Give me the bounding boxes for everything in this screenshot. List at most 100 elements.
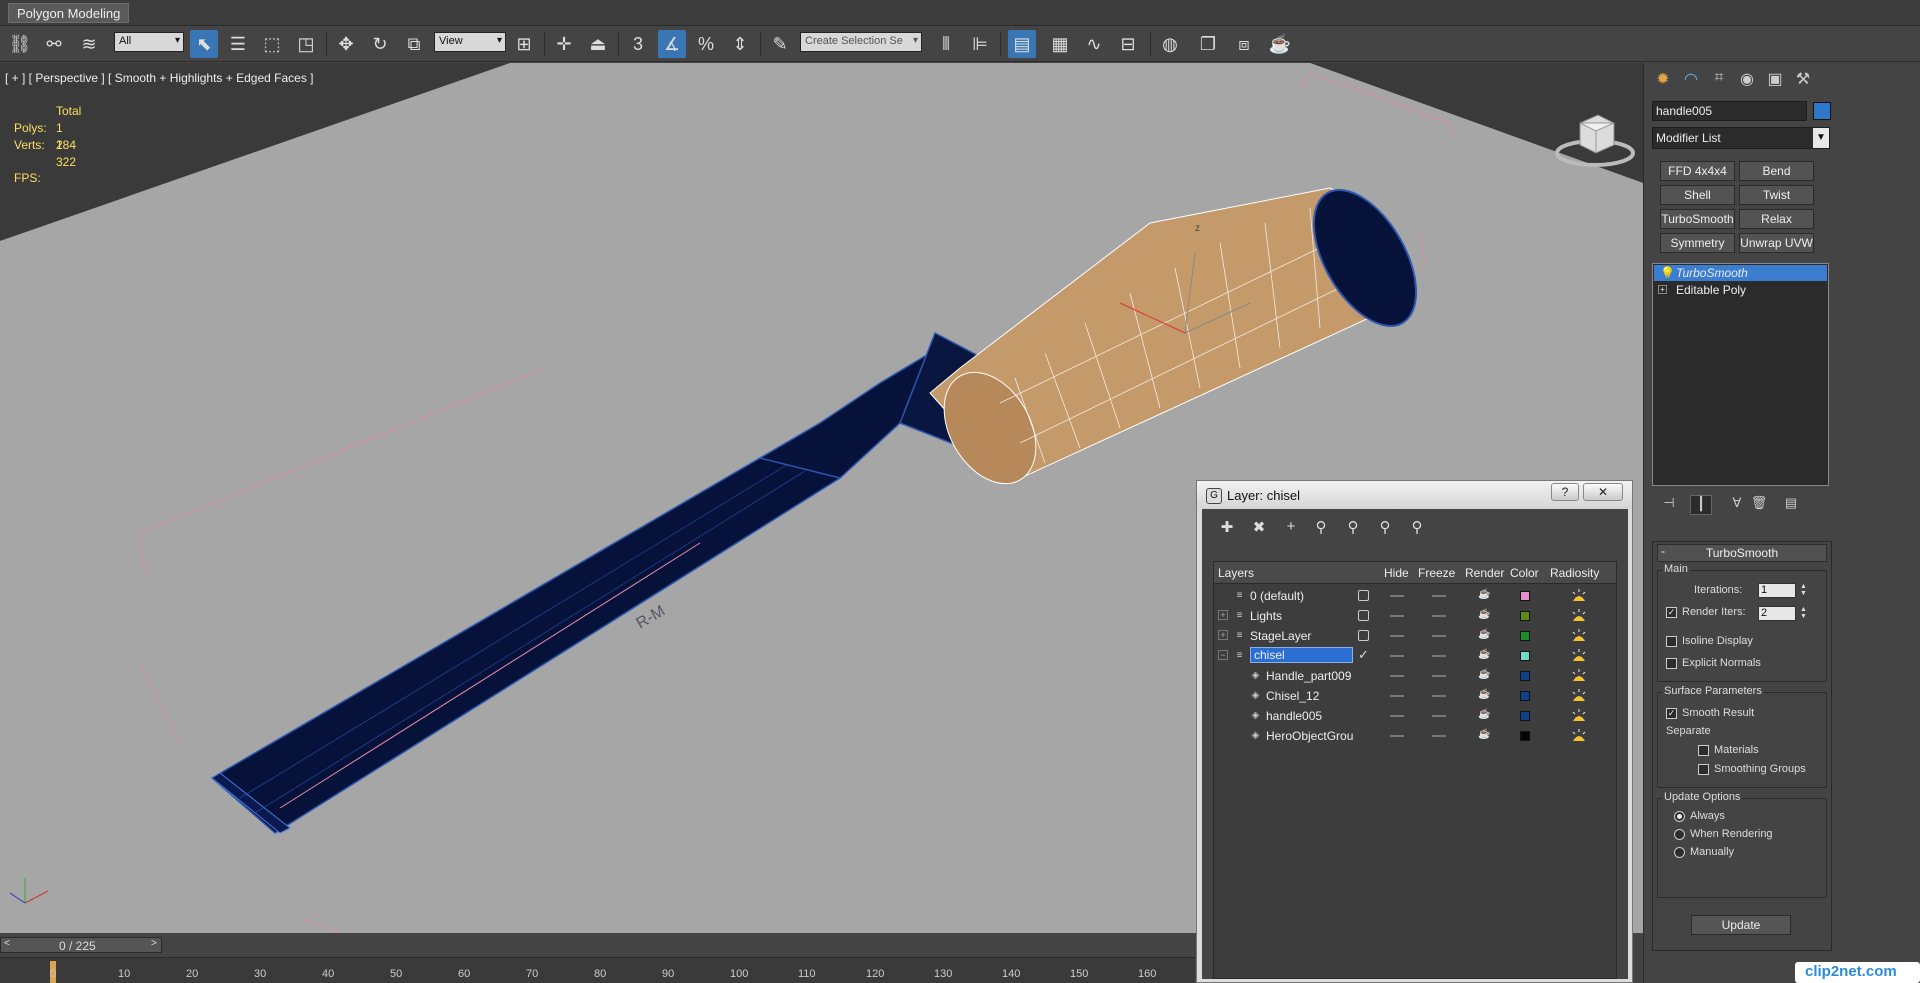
- hide-toggle[interactable]: [1390, 615, 1404, 617]
- time-slider[interactable]: < 0 / 225 >: [0, 937, 162, 953]
- hide-toggle[interactable]: [1390, 675, 1404, 677]
- teapot-icon[interactable]: ☕: [1478, 590, 1492, 600]
- material-editor-icon[interactable]: ◍: [1156, 30, 1184, 58]
- object-color-swatch[interactable]: [1813, 102, 1831, 120]
- modifier-button-symmetry[interactable]: Symmetry: [1660, 233, 1735, 253]
- rollout-title[interactable]: TurboSmooth: [1657, 544, 1827, 562]
- explicit-normals-checkbox[interactable]: [1666, 658, 1677, 669]
- layer-color-swatch[interactable]: [1520, 671, 1530, 681]
- radiosity-icon[interactable]: [1570, 708, 1588, 724]
- materials-checkbox[interactable]: [1698, 745, 1709, 756]
- select-object-icon[interactable]: ⬉: [190, 30, 218, 58]
- smoothing-groups-checkbox[interactable]: [1698, 764, 1709, 775]
- rotate-icon[interactable]: ↻: [366, 30, 394, 58]
- layer-color-swatch[interactable]: [1520, 651, 1530, 661]
- render-iters-spinner[interactable]: 2: [1758, 606, 1796, 621]
- manually-radio[interactable]: [1674, 847, 1685, 858]
- add-to-layer-icon[interactable]: +: [1280, 518, 1302, 538]
- render-iters-checkbox[interactable]: ✓: [1666, 607, 1677, 618]
- keyboard-shortcut-icon[interactable]: ⏏: [584, 30, 612, 58]
- freeze-toggle[interactable]: [1432, 635, 1446, 637]
- layer-color-swatch[interactable]: [1520, 611, 1530, 621]
- stack-item-turbosmooth[interactable]: 💡 TurboSmooth: [1654, 265, 1827, 281]
- layer-color-swatch[interactable]: [1520, 591, 1530, 601]
- next-frame-icon[interactable]: >: [151, 938, 157, 949]
- spinner-arrows-icon[interactable]: ▲ ▼: [1800, 606, 1808, 621]
- always-radio[interactable]: [1674, 811, 1685, 822]
- window-crossing-icon[interactable]: ◳: [292, 30, 320, 58]
- create-layer-icon[interactable]: ✚: [1216, 518, 1238, 538]
- freeze-unfreeze-all-icon[interactable]: ⚲: [1406, 518, 1428, 538]
- help-button[interactable]: ?: [1551, 483, 1579, 501]
- lightbulb-icon[interactable]: 💡: [1660, 265, 1675, 281]
- select-manipulate-icon[interactable]: ✛: [550, 30, 578, 58]
- layer-name[interactable]: 0 (default): [1250, 589, 1304, 603]
- motion-tab-icon[interactable]: ◉: [1735, 69, 1759, 91]
- make-unique-icon[interactable]: ∀: [1726, 495, 1748, 515]
- layer-explorer-icon[interactable]: ▦: [1046, 30, 1074, 58]
- freeze-toggle[interactable]: [1432, 675, 1446, 677]
- hide-toggle[interactable]: [1390, 735, 1404, 737]
- radiosity-icon[interactable]: [1570, 588, 1588, 604]
- when-rendering-radio[interactable]: [1674, 829, 1685, 840]
- angle-snap-icon[interactable]: ∡: [658, 30, 686, 58]
- schematic-view-icon[interactable]: ⊟: [1114, 30, 1142, 58]
- radiosity-icon[interactable]: [1570, 668, 1588, 684]
- radiosity-icon[interactable]: [1570, 688, 1588, 704]
- curve-editor-icon[interactable]: ∿: [1080, 30, 1108, 58]
- layer-color-swatch[interactable]: [1520, 631, 1530, 641]
- render-setup-icon[interactable]: ❐: [1194, 30, 1222, 58]
- prev-frame-icon[interactable]: <: [4, 938, 10, 949]
- layer-name[interactable]: chisel: [1250, 647, 1353, 663]
- col-color[interactable]: Color: [1510, 566, 1539, 580]
- expand-toggle-icon[interactable]: +: [1218, 610, 1228, 620]
- layer-name[interactable]: Handle_part009: [1266, 669, 1351, 683]
- spinner-arrows-icon[interactable]: ▲ ▼: [1800, 583, 1808, 598]
- remove-modifier-icon[interactable]: 🗑: [1748, 495, 1770, 515]
- spinner-snap-icon[interactable]: ⇕: [726, 30, 754, 58]
- layer-name[interactable]: StageLayer: [1250, 629, 1311, 643]
- layer-row[interactable]: + ≡ StageLayer ☕: [1214, 626, 1616, 646]
- layer-name[interactable]: Lights: [1250, 609, 1282, 623]
- selection-filter-dropdown[interactable]: All: [114, 32, 184, 52]
- show-end-result-icon[interactable]: ┃: [1690, 495, 1712, 515]
- set-current-layer-icon[interactable]: [1358, 610, 1369, 621]
- update-button[interactable]: Update: [1691, 915, 1791, 935]
- percent-snap-icon[interactable]: %: [692, 30, 720, 58]
- layer-row[interactable]: ◈ handle005 ☕: [1214, 706, 1616, 726]
- delete-layer-icon[interactable]: ✖: [1248, 518, 1270, 538]
- mirror-icon[interactable]: ⫴: [932, 30, 960, 58]
- col-radiosity[interactable]: Radiosity: [1550, 566, 1599, 580]
- col-freeze[interactable]: Freeze: [1418, 566, 1455, 580]
- col-layers[interactable]: Layers: [1218, 566, 1254, 580]
- named-selection-dropdown[interactable]: Create Selection Se: [800, 32, 922, 52]
- layer-row[interactable]: ◈ Handle_part009 ☕: [1214, 666, 1616, 686]
- freeze-toggle[interactable]: [1432, 715, 1446, 717]
- smooth-result-checkbox[interactable]: ✓: [1666, 708, 1677, 719]
- modifier-list-dropdown[interactable]: Modifier List ▼: [1652, 127, 1830, 149]
- set-current-layer-icon[interactable]: [1358, 590, 1369, 601]
- teapot-icon[interactable]: ☕: [1478, 710, 1492, 720]
- dialog-titlebar[interactable]: G Layer: chisel ? ✕: [1197, 481, 1632, 509]
- layer-name[interactable]: HeroObjectGrou: [1266, 729, 1353, 743]
- iterations-spinner[interactable]: 1: [1758, 583, 1796, 598]
- time-track[interactable]: 0 10 20 30 40 50 60 70 80 90 100 110 120 130 140 150 160: [0, 957, 1195, 983]
- hierarchy-tab-icon[interactable]: ⌗: [1707, 69, 1731, 91]
- teapot-icon[interactable]: ☕: [1478, 730, 1492, 740]
- col-render[interactable]: Render: [1465, 566, 1504, 580]
- move-icon[interactable]: ✥: [332, 30, 360, 58]
- current-layer-check-icon[interactable]: ✓: [1358, 647, 1369, 663]
- teapot-icon[interactable]: ☕: [1478, 630, 1492, 640]
- modifier-button-ffd[interactable]: FFD 4x4x4: [1660, 161, 1735, 181]
- hide-toggle[interactable]: [1390, 635, 1404, 637]
- layer-row[interactable]: ◈ HeroObjectGrou ☕: [1214, 726, 1616, 746]
- unlink-icon[interactable]: ⚯: [40, 30, 68, 58]
- isoline-display-checkbox[interactable]: [1666, 636, 1677, 647]
- edit-named-selection-icon[interactable]: ✎: [766, 30, 794, 58]
- layer-row[interactable]: + ≡ Lights ☕: [1214, 606, 1616, 626]
- radiosity-icon[interactable]: [1570, 728, 1588, 744]
- ribbon-tab-polygon-modeling[interactable]: Polygon Modeling: [8, 3, 130, 23]
- freeze-toggle[interactable]: [1432, 695, 1446, 697]
- modifier-button-bend[interactable]: Bend: [1739, 161, 1814, 181]
- snap-toggle-icon[interactable]: 3: [624, 30, 652, 58]
